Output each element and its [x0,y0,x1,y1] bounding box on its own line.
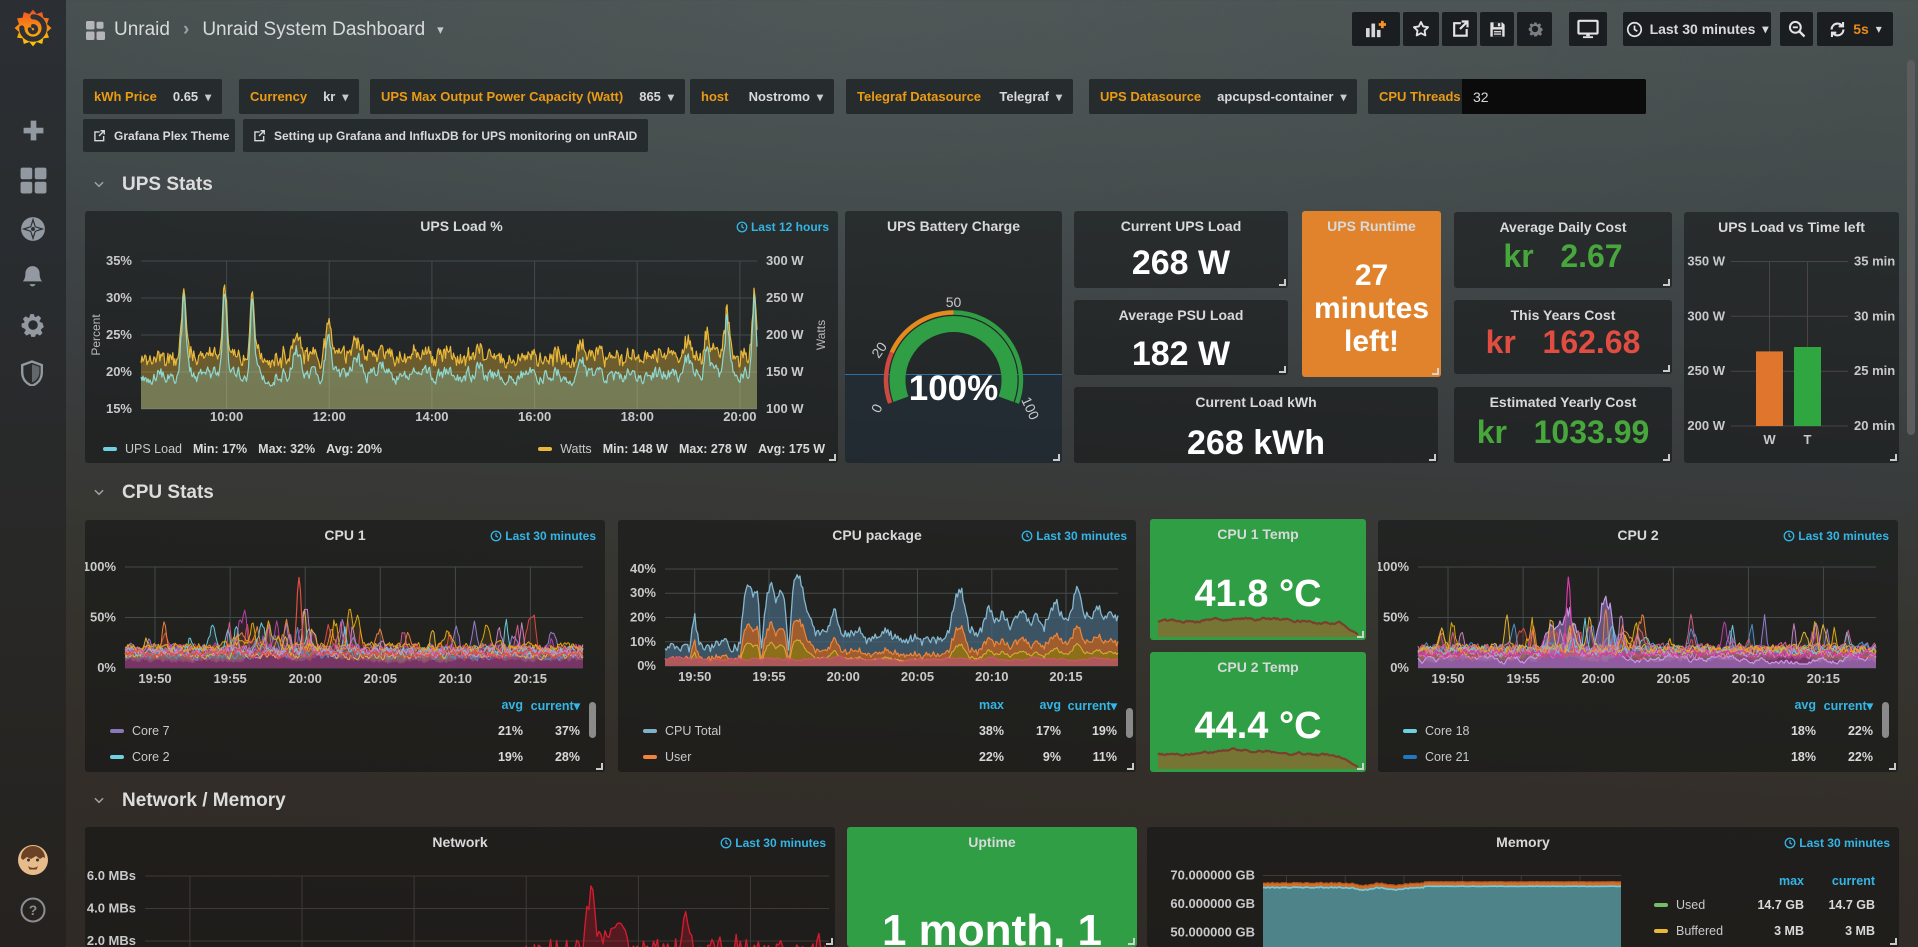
svg-text:14:00: 14:00 [415,409,448,424]
svg-text:350 W: 350 W [1687,254,1725,269]
svg-text:20 min: 20 min [1854,418,1895,433]
svg-text:12:00: 12:00 [313,409,346,424]
svg-text:?: ? [29,902,38,918]
svg-text:250 W: 250 W [1687,363,1725,378]
svg-text:6.0 MBs: 6.0 MBs [87,868,136,883]
svg-text:18:00: 18:00 [621,409,654,424]
svg-text:35 min: 35 min [1854,254,1895,269]
svg-text:25%: 25% [106,327,132,342]
svg-text:15%: 15% [106,401,132,416]
svg-text:35%: 35% [106,253,132,268]
svg-text:2.0 MBs: 2.0 MBs [87,933,136,947]
svg-text:Percent: Percent [89,314,103,356]
svg-text:60.000000 GB: 60.000000 GB [1170,896,1255,911]
svg-text:T: T [1804,432,1812,447]
svg-text:20:00: 20:00 [723,409,756,424]
svg-text:200 W: 200 W [1687,418,1725,433]
svg-text:70.000000 GB: 70.000000 GB [1170,868,1255,883]
svg-text:300 W: 300 W [766,253,804,268]
svg-text:30%: 30% [106,290,132,305]
svg-text:200 W: 200 W [766,327,804,342]
svg-text:20: 20 [868,339,890,361]
svg-text:25 min: 25 min [1854,363,1895,378]
svg-text:20%: 20% [106,364,132,379]
svg-text:300 W: 300 W [1687,308,1725,323]
svg-text:16:00: 16:00 [518,409,551,424]
svg-text:100 W: 100 W [766,401,804,416]
svg-text:W: W [1763,432,1776,447]
svg-text:150 W: 150 W [766,364,804,379]
svg-text:50.000000 GB: 50.000000 GB [1170,924,1255,939]
svg-text:50: 50 [946,294,962,310]
svg-text:Watts: Watts [814,320,828,350]
svg-text:250 W: 250 W [766,290,804,305]
svg-text:30 min: 30 min [1854,308,1895,323]
svg-text:4.0 MBs: 4.0 MBs [87,901,136,916]
svg-text:10:00: 10:00 [210,409,243,424]
